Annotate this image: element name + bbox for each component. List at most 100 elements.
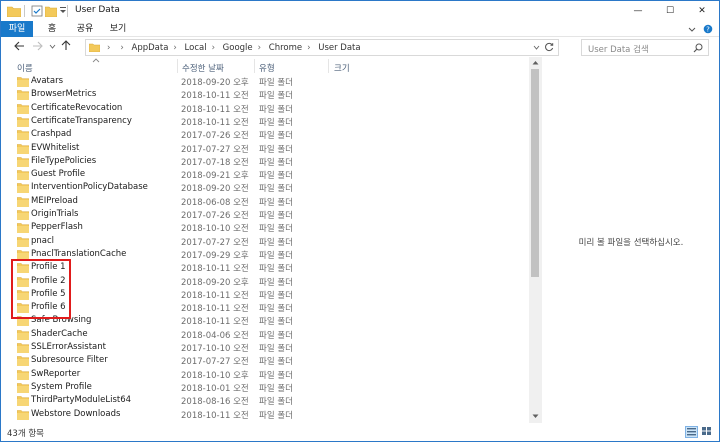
file-row[interactable]: SwReporter 2018-10-10 오후... 파일 폴더 — [1, 368, 529, 381]
maximize-button[interactable]: ☐ — [653, 1, 687, 21]
up-arrow-icon — [61, 40, 71, 54]
search-box[interactable]: User Data 검색 — [581, 39, 709, 56]
up-button[interactable] — [60, 40, 72, 54]
minimize-button[interactable]: — — [621, 1, 655, 21]
address-history-icon[interactable] — [533, 44, 540, 53]
file-row[interactable]: OriginTrials 2017-07-26 오전... 파일 폴더 — [1, 208, 529, 221]
search-input[interactable]: User Data 검색 — [588, 43, 649, 55]
file-row[interactable]: MEIPreload 2018-06-08 오전... 파일 폴더 — [1, 195, 529, 208]
file-name: EVWhitelist — [31, 142, 80, 153]
file-name: InterventionPolicyDatabase — [31, 182, 148, 193]
vertical-scrollbar[interactable] — [529, 57, 541, 423]
file-row[interactable]: Profile 52018-10-11 오전...파일 폴더 — [1, 288, 529, 301]
column-divider[interactable] — [177, 59, 178, 73]
breadcrumb-appdata[interactable]: AppData — [132, 43, 169, 53]
file-name: Crashpad — [31, 129, 72, 140]
details-view-icon[interactable] — [685, 426, 698, 438]
file-date: 2018-10-11 오전... — [181, 117, 249, 128]
file-row[interactable]: PepperFlash 2018-10-10 오전... 파일 폴더 — [1, 221, 529, 234]
file-date: 2017-07-27 오전... — [181, 357, 249, 368]
file-date: 2018-04-06 오전... — [181, 330, 249, 341]
breadcrumb-separator-icon: › — [173, 43, 177, 53]
tab-view[interactable]: 보기 — [105, 21, 131, 37]
file-row[interactable]: ThirdPartyModuleList64 2018-08-16 오전... 파일… — [1, 394, 529, 407]
file-type: 파일 폴더 — [259, 237, 293, 248]
file-row[interactable]: Guest Profile 2018-09-21 오후... 파일 폴더 — [1, 168, 529, 181]
file-row[interactable]: Webstore Downloads 2018-10-11 오전... 파일 폴더 — [1, 408, 529, 421]
column-date-modified[interactable]: 수정한 날짜 — [182, 62, 224, 74]
file-row[interactable]: CertificateTransparency 2018-10-11 오전... 파… — [1, 115, 529, 128]
file-row[interactable]: pnacl 2017-07-27 오전... 파일 폴더 — [1, 235, 529, 248]
file-type: 파일 폴더 — [259, 184, 293, 195]
file-date: 2017-07-27 오전... — [181, 144, 249, 155]
properties-icon[interactable] — [31, 5, 43, 17]
breadcrumb-chrome[interactable]: Chrome — [269, 43, 302, 53]
tab-file[interactable]: 파일 — [1, 21, 33, 37]
file-row[interactable]: System Profile 2018-10-01 오전... 파일 폴더 — [1, 381, 529, 394]
file-type: 파일 폴더 — [259, 157, 293, 168]
file-type: 파일 폴더 — [259, 144, 293, 155]
folder-icon — [16, 342, 30, 354]
file-row[interactable]: Crashpad 2017-07-26 오전... 파일 폴더 — [1, 128, 529, 141]
search-icon[interactable] — [693, 43, 703, 56]
folder-icon — [16, 236, 30, 247]
tab-share[interactable]: 공유 — [71, 21, 99, 37]
breadcrumb: › › AppData › Local › Google › Chrome › User … — [102, 43, 361, 53]
customize-toolbar-icon[interactable] — [59, 6, 67, 18]
file-type: 파일 폴더 — [259, 78, 293, 88]
scroll-down-button[interactable] — [529, 411, 541, 423]
file-type: 파일 폴더 — [259, 264, 293, 275]
file-row[interactable]: Profile 62018-10-11 오전...파일 폴더 — [1, 301, 529, 314]
large-icons-view-icon[interactable] — [701, 426, 714, 438]
file-type: 파일 폴더 — [259, 330, 293, 341]
file-date: 2018-10-10 오후... — [181, 370, 249, 381]
file-row[interactable]: SSLErrorAssistant 2017-10-10 오전... 파일 폴더 — [1, 341, 529, 354]
file-row[interactable]: Profile 12018-10-11 오전...파일 폴더 — [1, 261, 529, 274]
file-row[interactable]: FileTypePolicies 2017-07-18 오전... 파일 폴더 — [1, 155, 529, 168]
folder-icon — [16, 395, 30, 407]
column-divider[interactable] — [328, 59, 329, 73]
file-row[interactable]: EVWhitelist 2017-07-27 오전... 파일 폴더 — [1, 142, 529, 155]
column-type[interactable]: 유형 — [259, 62, 275, 74]
file-row[interactable]: InterventionPolicyDatabase 2018-09-20 오전.… — [1, 181, 529, 194]
close-button[interactable]: ✕ — [685, 1, 719, 21]
title-separator — [67, 5, 68, 17]
file-type: 파일 폴더 — [259, 317, 293, 328]
file-row[interactable]: PnaclTranslationCache 2017-09-29 오후... 파일 … — [1, 248, 529, 261]
file-type: 파일 폴더 — [259, 117, 293, 128]
forward-button[interactable] — [31, 41, 43, 53]
file-type: 파일 폴더 — [259, 211, 293, 221]
file-row[interactable]: Safe Browsing2018-10-11 오전...파일 폴더 — [1, 314, 529, 327]
column-header: 이름 수정한 날짜 유형 크기 — [1, 57, 529, 75]
file-row[interactable]: CertificateRevocation 2018-10-11 오전... 파일 … — [1, 102, 529, 115]
file-row[interactable]: Profile 22018-09-20 오후...파일 폴더 — [1, 275, 529, 288]
recent-locations-button[interactable] — [46, 41, 58, 53]
file-type: 파일 폴더 — [259, 397, 293, 408]
file-date: 2018-09-20 오후... — [181, 277, 249, 288]
help-icon[interactable]: ? — [703, 24, 713, 34]
file-row[interactable]: BrowserMetrics 2018-10-11 오전... 파일 폴더 — [1, 88, 529, 101]
folder-icon — [16, 182, 30, 194]
new-folder-icon[interactable] — [44, 5, 58, 18]
breadcrumb-user-data[interactable]: User Data — [318, 43, 360, 53]
folder-icon — [16, 89, 30, 101]
file-row[interactable]: ShaderCache 2018-04-06 오전... 파일 폴더 — [1, 328, 529, 341]
file-row[interactable]: Avatars 2018-09-20 오후... 파일 폴더 — [1, 75, 529, 88]
refresh-icon[interactable] — [544, 42, 554, 55]
file-row[interactable]: Subresource Filter 2017-07-27 오전... 파일 폴더 — [1, 354, 529, 367]
back-button[interactable] — [13, 41, 25, 53]
column-name[interactable]: 이름 — [17, 62, 33, 74]
breadcrumb-google[interactable]: Google — [223, 43, 253, 53]
file-name: FileTypePolicies — [31, 155, 97, 166]
column-divider[interactable] — [254, 59, 255, 73]
scroll-up-button[interactable] — [529, 57, 541, 69]
breadcrumb-local[interactable]: Local — [185, 43, 207, 53]
address-bar[interactable]: › › AppData › Local › Google › Chrome › User … — [85, 39, 559, 56]
file-date: 2018-10-11 오전... — [181, 264, 249, 275]
back-arrow-icon — [13, 41, 25, 54]
scrollbar-thumb[interactable] — [531, 69, 539, 277]
folder-icon — [16, 143, 30, 154]
tab-home[interactable]: 홈 — [41, 21, 63, 37]
expand-ribbon-icon[interactable] — [687, 24, 697, 34]
column-size[interactable]: 크기 — [334, 62, 350, 74]
